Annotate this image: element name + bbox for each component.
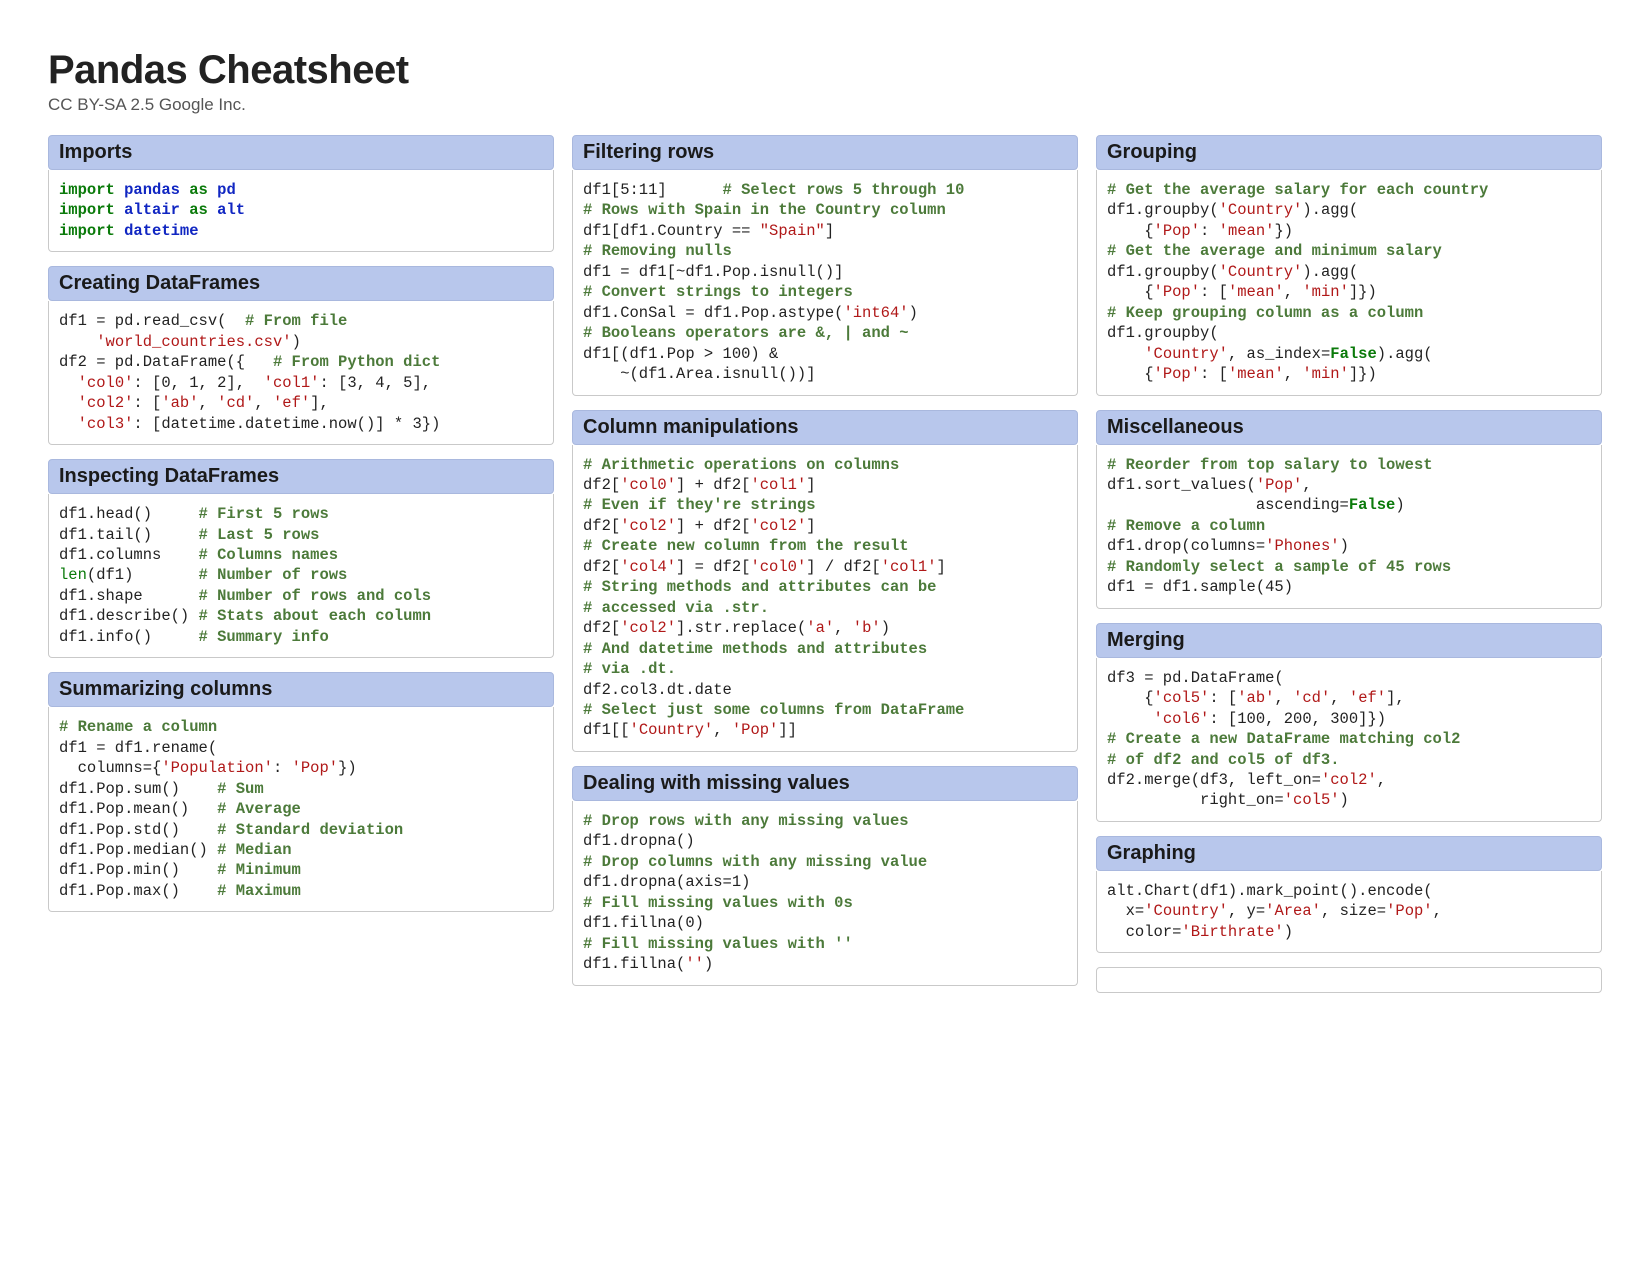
section: Creating DataFrames df1 = pd.read_csv( # … (48, 266, 554, 445)
section: Summarizing columns # Rename a column df1… (48, 672, 554, 912)
section-body: df1[5:11] # Select rows 5 through 10 # R… (572, 170, 1078, 396)
section-header: Graphing (1096, 836, 1602, 871)
section-body: # Get the average salary for each countr… (1096, 170, 1602, 396)
section-header: Dealing with missing values (572, 766, 1078, 801)
code-block: alt.Chart(df1).mark_point().encode( x='C… (1107, 881, 1591, 942)
section: Filtering rows df1[5:11] # Select rows 5 … (572, 135, 1078, 396)
section-header: Grouping (1096, 135, 1602, 170)
section: Column manipulations # Arithmetic operati… (572, 410, 1078, 752)
section-header: Creating DataFrames (48, 266, 554, 301)
section: Graphing alt.Chart(df1).mark_point().enco… (1096, 836, 1602, 953)
section-body: df3 = pd.DataFrame( {'col5': ['ab', 'cd'… (1096, 658, 1602, 822)
section-header: Summarizing columns (48, 672, 554, 707)
code-block: # Reorder from top salary to lowest df1.… (1107, 455, 1591, 598)
section: Miscellaneous # Reorder from top salary t… (1096, 410, 1602, 609)
section-header: Inspecting DataFrames (48, 459, 554, 494)
section: Grouping # Get the average salary for eac… (1096, 135, 1602, 396)
section-header: Imports (48, 135, 554, 170)
section-body (1096, 967, 1602, 993)
section-body: alt.Chart(df1).mark_point().encode( x='C… (1096, 871, 1602, 953)
code-block: df3 = pd.DataFrame( {'col5': ['ab', 'cd'… (1107, 668, 1591, 811)
section-body: df1.head() # First 5 rows df1.tail() # L… (48, 494, 554, 658)
section-body: df1 = pd.read_csv( # From file 'world_co… (48, 301, 554, 445)
code-block: df1 = pd.read_csv( # From file 'world_co… (59, 311, 543, 434)
columns-container: Imports import pandas as pd import altair… (48, 135, 1602, 1007)
section-header: Miscellaneous (1096, 410, 1602, 445)
section-body: # Rename a column df1 = df1.rename( colu… (48, 707, 554, 912)
section-body: import pandas as pd import altair as alt… (48, 170, 554, 252)
code-block: # Get the average salary for each countr… (1107, 180, 1591, 385)
code-block: # Rename a column df1 = df1.rename( colu… (59, 717, 543, 901)
section-header: Filtering rows (572, 135, 1078, 170)
code-block: df1.head() # First 5 rows df1.tail() # L… (59, 504, 543, 647)
column-2: Grouping # Get the average salary for eac… (1096, 135, 1602, 1007)
section: Merging df3 = pd.DataFrame( {'col5': ['ab… (1096, 623, 1602, 822)
code-block: df1[5:11] # Select rows 5 through 10 # R… (583, 180, 1067, 385)
license-text: CC BY-SA 2.5 Google Inc. (48, 95, 1602, 115)
section-body: # Reorder from top salary to lowest df1.… (1096, 445, 1602, 609)
section: Inspecting DataFrames df1.head() # First … (48, 459, 554, 658)
page-title: Pandas Cheatsheet (48, 48, 1602, 93)
section-body: # Drop rows with any missing values df1.… (572, 801, 1078, 986)
section: Dealing with missing values # Drop rows w… (572, 766, 1078, 986)
code-block: import pandas as pd import altair as alt… (59, 180, 543, 241)
column-0: Imports import pandas as pd import altair… (48, 135, 554, 1007)
section: Imports import pandas as pd import altair… (48, 135, 554, 252)
section (1096, 967, 1602, 993)
section-body: # Arithmetic operations on columns df2['… (572, 445, 1078, 752)
section-header: Merging (1096, 623, 1602, 658)
column-1: Filtering rows df1[5:11] # Select rows 5 … (572, 135, 1078, 1007)
section-header: Column manipulations (572, 410, 1078, 445)
code-block: # Drop rows with any missing values df1.… (583, 811, 1067, 975)
code-block: # Arithmetic operations on columns df2['… (583, 455, 1067, 741)
